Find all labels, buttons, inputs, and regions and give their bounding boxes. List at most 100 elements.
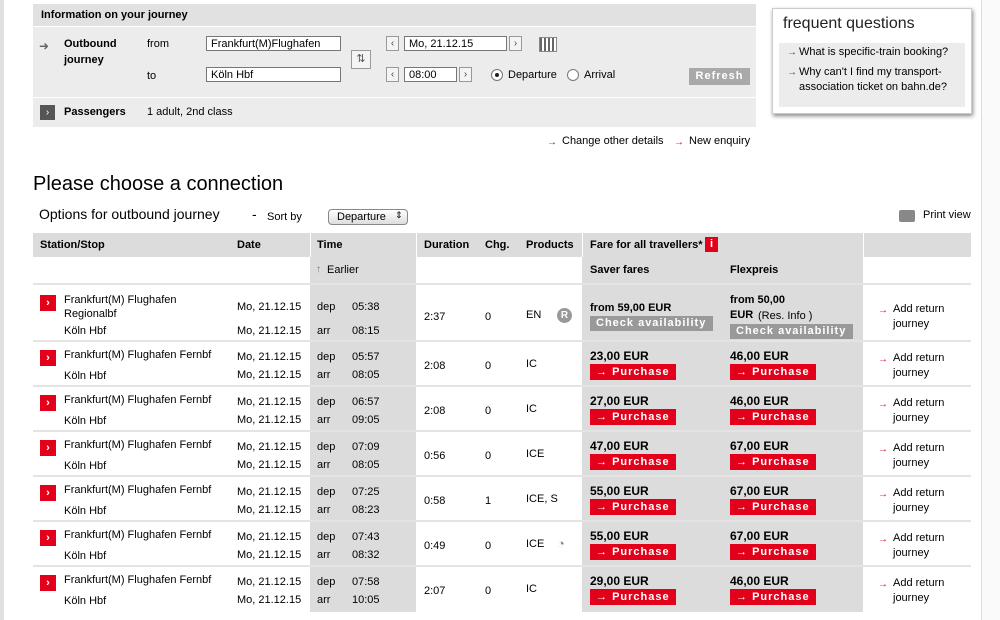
- faq-link-specific-train[interactable]: What is specific-train booking?: [799, 45, 948, 60]
- time-input[interactable]: 08:00: [404, 67, 457, 82]
- add-return-link-2[interactable]: journey: [893, 592, 929, 604]
- to-label: to: [147, 70, 157, 82]
- faq-link-transport-ticket-2[interactable]: association ticket on bahn.de?: [799, 80, 947, 95]
- refresh-button[interactable]: Refresh: [689, 68, 750, 85]
- calendar-icon[interactable]: [539, 37, 557, 52]
- add-return-link[interactable]: Add return: [893, 532, 944, 544]
- change-details-link[interactable]: Change other details: [562, 135, 664, 147]
- from-station[interactable]: Frankfurt(M) Flughafen Fernbf: [64, 529, 211, 541]
- dep-label: dep: [317, 531, 336, 543]
- arrival-radio[interactable]: [567, 69, 579, 81]
- from-station-input[interactable]: Frankfurt(M)Flughafen: [206, 36, 341, 51]
- purchase-flex-button[interactable]: → Purchase: [730, 409, 816, 425]
- train-details-icon[interactable]: ›: [40, 395, 56, 411]
- outbound-label-2: journey: [64, 54, 104, 66]
- products: IC: [526, 583, 537, 595]
- purchase-flex-button[interactable]: → Purchase: [730, 499, 816, 515]
- arr-date: Mo, 21.12.15: [237, 504, 302, 516]
- from-station[interactable]: Frankfurt(M) Flughafen Fernbf: [64, 394, 211, 406]
- journey-info-header: Information on your journey: [33, 4, 756, 27]
- col-duration: Duration: [424, 239, 470, 251]
- swap-stations-button[interactable]: ⇅: [351, 50, 371, 69]
- add-return-link-2[interactable]: journey: [893, 318, 929, 330]
- purchase-saver-button[interactable]: → Purchase: [590, 364, 676, 380]
- to-station-input[interactable]: Köln Hbf: [206, 67, 341, 82]
- departure-radio[interactable]: [491, 69, 503, 81]
- table-row[interactable]: › Frankfurt(M) Flughafen Fernbf Köln Hbf Mo…: [33, 475, 971, 522]
- purchase-flex-button[interactable]: → Purchase: [730, 364, 816, 380]
- from-station[interactable]: Frankfurt(M) Flughafen Fernbf: [64, 574, 211, 586]
- add-return-link[interactable]: Add return: [893, 442, 944, 454]
- add-return-link[interactable]: Add return: [893, 397, 944, 409]
- table-row[interactable]: › Frankfurt(M) Flughafen Fernbf Köln Hbf Mo…: [33, 520, 971, 567]
- time-next-button[interactable]: ›: [459, 67, 472, 82]
- arr-label: arr: [317, 549, 331, 561]
- train-details-icon[interactable]: ›: [40, 295, 56, 311]
- sort-select-value: Departure: [337, 211, 386, 223]
- add-return-link[interactable]: Add return: [893, 303, 944, 315]
- time-prev-button[interactable]: ‹: [386, 67, 399, 82]
- train-details-icon[interactable]: ›: [40, 485, 56, 501]
- from-station[interactable]: Frankfurt(M) Flughafen: [64, 294, 176, 306]
- left-edge: [0, 0, 4, 620]
- table-row[interactable]: › Frankfurt(M) Flughafen Fernbf Köln Hbf Mo…: [33, 565, 971, 612]
- purchase-flex-button[interactable]: → Purchase: [730, 544, 816, 560]
- table-row[interactable]: › Frankfurt(M) Flughafen Regionalbf Köln…: [33, 283, 971, 342]
- add-return-link-2[interactable]: journey: [893, 412, 929, 424]
- printer-icon[interactable]: [899, 210, 915, 222]
- flex-price-currency: EUR: [730, 309, 754, 321]
- info-icon[interactable]: i: [705, 237, 718, 252]
- arr-time: 08:32: [352, 549, 380, 561]
- res-info-link[interactable]: (Res. Info ): [758, 310, 812, 322]
- add-return-link-2[interactable]: journey: [893, 457, 929, 469]
- add-return-link-2[interactable]: journey: [893, 367, 929, 379]
- from-station[interactable]: Frankfurt(M) Flughafen Fernbf: [64, 439, 211, 451]
- print-view-link[interactable]: Print view: [923, 209, 971, 221]
- duration: 0:49: [424, 540, 446, 552]
- products: ICE: [526, 538, 545, 550]
- train-details-icon[interactable]: ›: [40, 440, 56, 456]
- from-station[interactable]: Frankfurt(M) Flughafen Fernbf: [64, 349, 211, 361]
- purchase-saver-button[interactable]: → Purchase: [590, 544, 676, 560]
- passengers-label: Passengers: [64, 106, 126, 118]
- purchase-saver-button[interactable]: → Purchase: [590, 409, 676, 425]
- from-station[interactable]: Frankfurt(M) Flughafen Fernbf: [64, 484, 211, 496]
- add-return-link[interactable]: Add return: [893, 577, 944, 589]
- add-return-link-2[interactable]: journey: [893, 547, 929, 559]
- table-row[interactable]: › Frankfurt(M) Flughafen Fernbf Köln Hbf Mo…: [33, 340, 971, 387]
- table-row[interactable]: › Frankfurt(M) Flughafen Fernbf Köln Hbf Mo…: [33, 385, 971, 432]
- earlier-cell[interactable]: ↑ Earlier: [310, 257, 416, 283]
- passengers-value: 1 adult, 2nd class: [147, 106, 233, 118]
- dep-date: Mo, 21.12.15: [237, 576, 302, 588]
- purchase-saver-button[interactable]: → Purchase: [590, 499, 676, 515]
- changes: 0: [485, 311, 492, 323]
- to-station: Köln Hbf: [64, 595, 107, 607]
- train-details-icon[interactable]: ›: [40, 350, 56, 366]
- sort-select[interactable]: Departure ⇕: [328, 209, 408, 225]
- table-row[interactable]: › Frankfurt(M) Flughafen Fernbf Köln Hbf Mo…: [33, 430, 971, 477]
- from-station-2: Regionalbf: [64, 308, 117, 320]
- add-return-link[interactable]: Add return: [893, 352, 944, 364]
- dep-date: Mo, 21.12.15: [237, 396, 302, 408]
- check-availability-button[interactable]: Check availability: [590, 316, 713, 331]
- arr-date: Mo, 21.12.15: [237, 325, 302, 337]
- date-prev-button[interactable]: ‹: [386, 36, 399, 51]
- date-next-button[interactable]: ›: [509, 36, 522, 51]
- check-availability-button[interactable]: Check availability: [730, 324, 853, 339]
- train-details-icon[interactable]: ›: [40, 575, 56, 591]
- earlier-link[interactable]: Earlier: [327, 264, 359, 276]
- purchase-label: Purchase: [612, 501, 670, 513]
- date-input[interactable]: Mo, 21.12.15: [404, 36, 507, 51]
- purchase-saver-button[interactable]: → Purchase: [590, 454, 676, 470]
- faq-link-transport-ticket[interactable]: Why can't I find my transport-: [799, 65, 942, 80]
- train-details-icon[interactable]: ›: [40, 530, 56, 546]
- new-enquiry-link[interactable]: New enquiry: [689, 135, 750, 147]
- purchase-flex-button[interactable]: → Purchase: [730, 589, 816, 605]
- purchase-saver-button[interactable]: → Purchase: [590, 589, 676, 605]
- expand-passengers-icon[interactable]: ›: [40, 105, 55, 120]
- add-return-link[interactable]: Add return: [893, 487, 944, 499]
- scrollbar-track[interactable]: [981, 0, 1000, 620]
- add-return-link-2[interactable]: journey: [893, 502, 929, 514]
- arr-time: 08:05: [352, 459, 380, 471]
- purchase-flex-button[interactable]: → Purchase: [730, 454, 816, 470]
